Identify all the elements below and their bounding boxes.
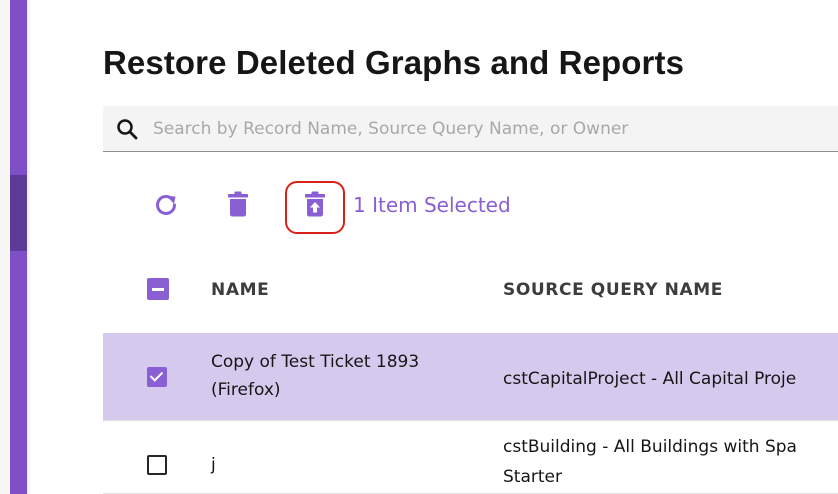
cell-name: j [211,455,216,475]
trash-icon [227,191,249,221]
refresh-icon [154,193,178,221]
sidebar-shadow [27,0,31,494]
restore-from-trash-icon [304,191,326,221]
column-header-name[interactable]: NAME [211,280,269,300]
row-checkbox[interactable] [147,367,167,387]
table-row[interactable]: Copy of Test Ticket 1893 (Firefox) cstCa… [103,333,838,421]
search-icon [116,118,138,140]
cell-source-query-name: cstBuilding - All Buildings with Spa Sta… [503,437,797,487]
search-bar[interactable] [103,106,838,152]
refresh-button[interactable] [148,189,184,225]
cell-name: Copy of Test Ticket 1893 (Firefox) [211,352,420,400]
page-title: Restore Deleted Graphs and Reports [103,44,685,81]
selection-count-label: 1 Item Selected [353,193,511,217]
row-checkbox[interactable] [147,455,167,475]
column-header-source-query-name[interactable]: SOURCE QUERY NAME [503,280,723,300]
table-row[interactable]: j cstBuilding - All Buildings with Spa S… [103,421,838,494]
cell-source-query-name: cstCapitalProject - All Capital Proje [503,369,797,389]
sidebar-active-item[interactable] [10,175,27,251]
restore-button[interactable] [296,187,334,225]
delete-button[interactable] [220,187,256,225]
select-all-checkbox[interactable] [147,278,169,300]
search-input[interactable] [153,106,813,151]
